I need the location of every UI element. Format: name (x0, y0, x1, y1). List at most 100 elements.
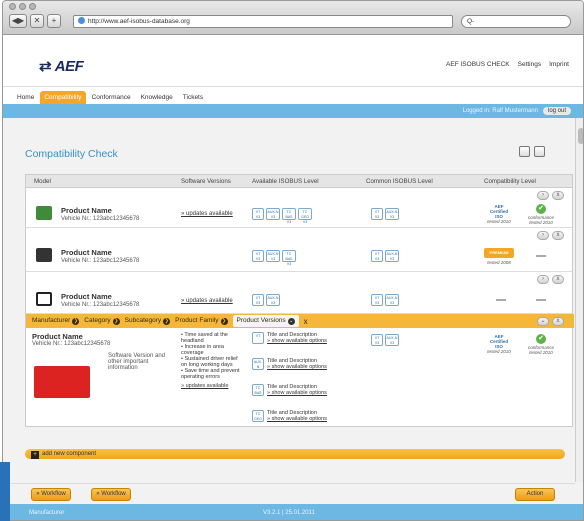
close-icon[interactable]: x (304, 317, 308, 326)
breadcrumb: Manufacturer ❯ Category ❯ Subcategory ❯ Pro… (26, 314, 574, 328)
vt-badge-icon: VT V3 (371, 294, 383, 306)
address-bar[interactable]: http://www.aef-isobus-database.org (73, 15, 453, 28)
common-levels: VT V3 AUX-N V3 (371, 334, 399, 346)
product-name: Product Name (61, 248, 112, 257)
logo-text: AEF (54, 58, 84, 75)
aux-badge-icon: AUX-N V3 (266, 208, 280, 220)
collapse-icon[interactable]: ⌄ (537, 317, 549, 326)
add-bookmark-button[interactable]: + (47, 14, 61, 28)
tab-home[interactable]: Home (13, 91, 38, 104)
show-options-link[interactable]: » show available options (267, 364, 327, 370)
common-levels: VT V3 AUX-N V3 (371, 250, 399, 262)
detail-controls: ⌄ x (537, 317, 564, 326)
action-button[interactable]: Action (515, 488, 555, 501)
benefits-list: • Time saved at the headland • Increase … (181, 332, 245, 389)
available-levels: VT V3 AUX-N V3 TC BAS V3 (252, 250, 296, 266)
remove-icon[interactable]: x (552, 275, 564, 284)
link-settings[interactable]: Settings (518, 61, 542, 68)
col-model: Model (34, 178, 51, 185)
tab-tickets[interactable]: Tickets (179, 91, 207, 104)
expand-icon[interactable]: › (537, 275, 549, 284)
window-controls (9, 3, 36, 10)
expanded-detail: Manufacturer ❯ Category ❯ Subcategory ❯ Pro… (26, 314, 574, 426)
tractor-image (36, 206, 52, 220)
add-component-label: add new component (42, 451, 97, 457)
close-window-button[interactable] (9, 3, 16, 10)
aux-badge-icon: AUX-N V3 (266, 250, 280, 262)
updates-link[interactable]: » updates available (181, 298, 233, 304)
action-bar: » Workflow » Workflow Action (3, 483, 575, 503)
tab-knowledge[interactable]: Knowledge (137, 91, 177, 104)
user-bar: Logged in: Ralf Mustermann log out (3, 104, 583, 118)
workflow-button-2[interactable]: » Workflow (91, 488, 131, 501)
crumb-category[interactable]: Category ❯ (84, 317, 120, 325)
add-component-bar[interactable]: + add new component (25, 449, 565, 459)
scroll-thumb[interactable] (578, 128, 583, 144)
remove-icon[interactable]: x (552, 317, 564, 326)
show-options-link[interactable]: » show available options (267, 390, 327, 396)
tab-compatibility[interactable]: Compatibility (40, 91, 86, 104)
dash-icon (536, 299, 546, 301)
implement-image (34, 366, 90, 398)
row-controls: › x (537, 191, 564, 200)
aef-certified-badge: AEF Certified ISO tested 2010 (487, 334, 511, 354)
browser-search-input[interactable]: Q- (461, 15, 571, 28)
remove-icon[interactable]: x (552, 191, 564, 200)
common-levels: VT V3 AUX-N V3 (371, 208, 399, 220)
logged-in-label: Logged in: Ralf Mustermann (462, 108, 538, 114)
minimize-window-button[interactable] (19, 3, 26, 10)
crumb-product-versions[interactable]: Product Versions ⌄ (232, 315, 299, 327)
left-accent-bar (0, 462, 10, 521)
expand-icon[interactable]: › (537, 191, 549, 200)
link-imprint[interactable]: Imprint (549, 61, 569, 68)
col-software: Software Versions (181, 178, 231, 185)
show-options-link[interactable]: » show available options (267, 338, 327, 344)
zoom-window-button[interactable] (29, 3, 36, 10)
crumb-product-family[interactable]: Product Family ❯ (175, 317, 228, 325)
back-forward-button[interactable]: ◀▶ (9, 14, 27, 28)
tc-bas-badge-icon: TC BAS V3 (282, 250, 296, 266)
vertical-scrollbar[interactable] (575, 118, 583, 482)
vt-badge-icon: VT V3 (371, 250, 383, 262)
logout-button[interactable]: log out (542, 107, 571, 115)
dash-icon (536, 255, 546, 257)
vehicle-number: Vehicle Nr.: 123abc12345678 (61, 216, 140, 222)
premium-badge: PREMIUM (484, 248, 514, 258)
workflow-button-1[interactable]: » Workflow (31, 488, 71, 501)
product-name: Product Name (61, 206, 112, 215)
footer-version: V3.2.1 | 25.01.2011 (263, 510, 315, 516)
col-common: Common ISOBUS Level (366, 178, 433, 185)
device-image (36, 292, 52, 306)
aux-badge-icon: AUX-N V3 (266, 294, 280, 306)
tc-bas-badge-icon: TC BAS V3 (282, 208, 296, 224)
common-levels: VT V3 AUX-N V3 (371, 294, 399, 306)
browser-window: ◀▶ ✕ + http://www.aef-isobus-database.or… (2, 0, 584, 521)
expand-icon[interactable]: › (537, 231, 549, 240)
crumb-manufacturer[interactable]: Manufacturer ❯ (32, 317, 80, 325)
show-options-link[interactable]: » show available options (267, 416, 327, 422)
aef-logo[interactable]: ⇄ AEF (39, 57, 84, 75)
compatibility-table: Model Software Versions Available ISOBUS… (25, 174, 574, 427)
vehicle-number: Vehicle Nr.: 123abc12345678 (61, 258, 140, 264)
list-view-icon[interactable] (519, 146, 530, 157)
table-row[interactable]: › x Product Name Vehicle Nr.: 123abc1234… (26, 228, 572, 272)
table-row[interactable]: › x Product Name Vehicle Nr.: 123abc1234… (26, 272, 572, 314)
table-row[interactable]: › x Product Name Vehicle Nr.: 123abc1234… (26, 188, 572, 228)
col-compat: Compatibility Level (484, 178, 536, 185)
tab-conformance[interactable]: Conformance (88, 91, 135, 104)
main-nav: Home Compatibility Conformance Knowledge… (3, 86, 583, 104)
updates-link[interactable]: » updates available (181, 211, 233, 217)
vehicle-number: Vehicle Nr.: 123abc12345678 (61, 302, 140, 308)
table-header: Model Software Versions Available ISOBUS… (26, 175, 572, 188)
stop-button[interactable]: ✕ (30, 14, 44, 28)
detail-view-icon[interactable] (534, 146, 545, 157)
remove-icon[interactable]: x (552, 231, 564, 240)
footer-manufacturer: Manufacturer (29, 510, 65, 516)
updates-link[interactable]: » updates available (181, 383, 245, 389)
crumb-subcategory[interactable]: Subcategory ❯ (125, 317, 171, 325)
link-isobus-check[interactable]: AEF ISOBUS CHECK (446, 61, 510, 68)
top-links: AEF ISOBUS CHECK Settings Imprint (446, 61, 569, 68)
detail-product-name: Product Name (32, 332, 83, 341)
tc-bas-badge-icon: TC BAS (252, 384, 264, 396)
check-icon: ✔ (536, 204, 546, 214)
